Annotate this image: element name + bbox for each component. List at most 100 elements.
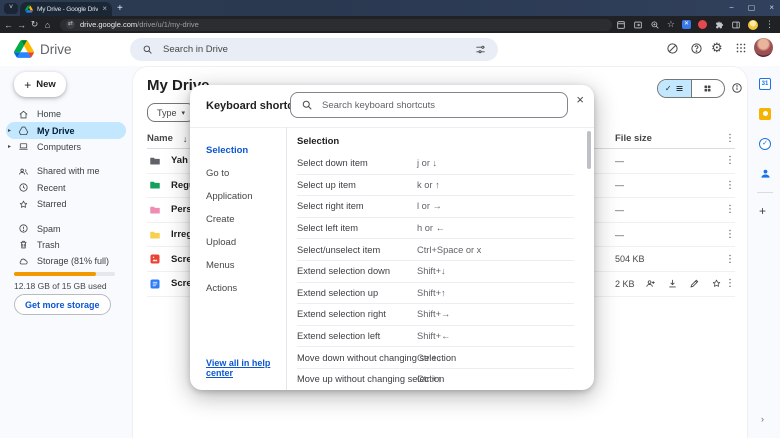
share-person-add-icon[interactable]: [645, 278, 656, 289]
shortcut-search-placeholder: Search keyboard shortcuts: [322, 100, 435, 111]
sidebar-item-shared-with-me[interactable]: ▸ Shared with me: [6, 163, 126, 179]
header-more-icon[interactable]: ⋮: [725, 133, 735, 144]
expand-arrow-icon[interactable]: ▸: [8, 127, 11, 134]
browser-menu-icon[interactable]: ⋮: [765, 19, 774, 30]
new-button[interactable]: + New: [14, 72, 66, 97]
contacts-icon[interactable]: [759, 167, 772, 180]
browser-tab[interactable]: My Drive - Google Drive ×: [20, 2, 112, 16]
sidebar-item-icon: [18, 141, 29, 152]
site-info-icon[interactable]: ⇄: [66, 20, 75, 29]
dialog-nav-item-upload[interactable]: Upload: [206, 231, 252, 254]
dialog-nav-item-go-to[interactable]: Go to: [206, 162, 252, 185]
type-filter-chip[interactable]: Type ▾: [147, 103, 195, 122]
calendar-icon[interactable]: 31: [759, 78, 771, 90]
hide-side-panel-icon[interactable]: ›: [761, 414, 764, 424]
dialog-nav-item-actions[interactable]: Actions: [206, 277, 252, 300]
shortcut-row: Select up item k or ↑: [297, 175, 574, 197]
expand-arrow-icon[interactable]: ▸: [8, 143, 11, 150]
shortcut-action: Select right item: [297, 201, 364, 211]
shortcut-row: Select right item l or →: [297, 196, 574, 218]
drive-favicon: [25, 5, 33, 13]
window-minimize-icon[interactable]: −: [729, 4, 734, 12]
sidebar-item-storage-81-full[interactable]: ▸ Storage (81% full): [6, 253, 126, 269]
view-toggle[interactable]: ✓: [657, 79, 725, 98]
settings-gear-glyph[interactable]: ⚙: [711, 40, 723, 56]
sidebar-item-home[interactable]: ▸ Home: [6, 106, 126, 122]
offline-status-icon[interactable]: [666, 42, 679, 55]
side-panel-icon[interactable]: [731, 20, 741, 30]
shortcut-keys: Ctrl+Space or x: [417, 245, 481, 255]
details-info-icon[interactable]: [731, 82, 743, 94]
dialog-nav-item-selection[interactable]: Selection: [206, 139, 252, 162]
sidebar-item-recent[interactable]: ▸ Recent: [6, 180, 126, 196]
search-input[interactable]: Search in Drive: [130, 38, 498, 61]
shortcut-action: Extend selection up: [297, 288, 378, 298]
sidebar-item-computers[interactable]: ▸ Computers: [6, 139, 126, 155]
home-icon[interactable]: ⌂: [41, 20, 54, 30]
zoom-icon[interactable]: [650, 20, 660, 30]
forward-icon[interactable]: →: [15, 20, 28, 30]
shortcut-action: Extend selection down: [297, 266, 390, 276]
reload-icon[interactable]: ↻: [28, 19, 41, 30]
sidebar-item-icon: [18, 166, 29, 177]
bookmark-star-icon[interactable]: ☆: [667, 19, 675, 30]
dialog-close-icon[interactable]: ×: [576, 93, 584, 106]
row-more-icon[interactable]: ⋮: [725, 155, 735, 166]
sidebar-item-trash[interactable]: ▸ Trash: [6, 237, 126, 253]
shortcut-action: Select down item: [297, 158, 368, 168]
sidebar-item-label: My Drive: [37, 126, 75, 136]
sidebar-item-label: Recent: [37, 183, 66, 193]
back-icon[interactable]: ←: [2, 20, 15, 30]
dialog-nav-item-menus[interactable]: Menus: [206, 254, 252, 277]
row-more-icon[interactable]: ⋮: [725, 204, 735, 215]
dialog-scrollbar[interactable]: [587, 131, 591, 169]
tab-search-icon[interactable]: ˅: [4, 3, 18, 14]
sidebar-item-spam[interactable]: ▸ Spam: [6, 220, 126, 236]
help-icon[interactable]: [690, 42, 703, 55]
size-column-header[interactable]: File size: [615, 133, 652, 144]
name-column-header[interactable]: Name: [147, 133, 173, 144]
list-view-button[interactable]: ✓: [658, 80, 692, 97]
download-icon[interactable]: [667, 278, 678, 289]
sidebar-item-icon: [18, 125, 29, 136]
shortcut-action: Extend selection left: [297, 331, 380, 341]
google-apps-grid-icon[interactable]: [735, 42, 747, 54]
get-add-ons-icon[interactable]: +: [759, 204, 766, 218]
window-close-icon[interactable]: ×: [769, 4, 774, 12]
star-icon[interactable]: [711, 278, 722, 289]
row-more-icon[interactable]: ⋮: [725, 254, 735, 265]
extensions-puzzle-icon[interactable]: [714, 20, 724, 30]
extension-red-icon[interactable]: [698, 20, 707, 29]
shortcut-search-input[interactable]: Search keyboard shortcuts: [290, 92, 568, 118]
extension-x-icon[interactable]: ✕: [682, 20, 691, 29]
tasks-icon[interactable]: ✓: [759, 138, 771, 150]
rename-pencil-icon[interactable]: [689, 278, 700, 289]
dialog-nav-item-application[interactable]: Application: [206, 185, 252, 208]
account-avatar[interactable]: [754, 38, 773, 57]
shortcut-keys: Shift+↓: [417, 266, 446, 276]
file-size: 504 KB: [615, 254, 645, 264]
get-more-storage-button[interactable]: Get more storage: [14, 294, 111, 315]
search-options-icon[interactable]: [475, 44, 486, 55]
tab-close-icon[interactable]: ×: [102, 5, 107, 13]
window-maximize-icon[interactable]: ▢: [748, 4, 756, 12]
row-more-icon[interactable]: ⋮: [725, 278, 735, 289]
search-icon: [142, 44, 153, 55]
sidebar-item-label: Spam: [37, 224, 61, 234]
tab-groups-icon[interactable]: [616, 20, 626, 30]
drive-logo[interactable]: [14, 40, 34, 58]
help-center-link[interactable]: View all in help center: [206, 358, 286, 378]
dialog-nav-item-create[interactable]: Create: [206, 208, 252, 231]
row-more-icon[interactable]: ⋮: [725, 180, 735, 191]
address-bar[interactable]: ⇄ drive.google.com/drive/u/1/my-drive: [60, 19, 612, 31]
new-tab-icon[interactable]: +: [117, 4, 123, 13]
sidebar-item-my-drive[interactable]: ▸ My Drive: [6, 122, 126, 138]
row-more-icon[interactable]: ⋮: [725, 229, 735, 240]
sidebar-item-starred[interactable]: ▸ Starred: [6, 196, 126, 212]
browser-profile-avatar[interactable]: [748, 20, 758, 30]
keep-icon[interactable]: [759, 108, 771, 120]
sort-direction-icon[interactable]: ↓: [183, 134, 188, 144]
grid-view-button[interactable]: [692, 80, 725, 97]
file-size: —: [615, 180, 624, 190]
reading-mode-icon[interactable]: [633, 20, 643, 30]
